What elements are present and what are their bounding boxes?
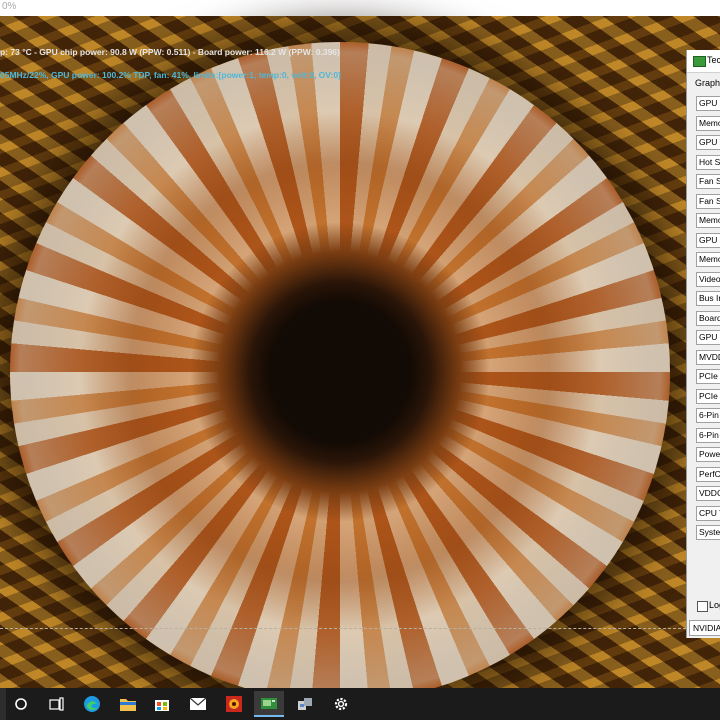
- sensor-row[interactable]: Syster: [696, 525, 720, 540]
- log-to-file-checkbox[interactable]: [697, 601, 708, 612]
- gpuz-title-text: Tec: [707, 55, 720, 65]
- progress-text: 0%: [2, 1, 17, 12]
- sensor-row[interactable]: GPU L: [696, 233, 720, 248]
- sensor-row[interactable]: Hot Sp: [696, 155, 720, 170]
- sensor-row[interactable]: Memo: [696, 252, 720, 267]
- iris-overlay: [10, 42, 670, 702]
- sensor-row[interactable]: PCIe S: [696, 369, 720, 384]
- sensor-row[interactable]: GPU C: [696, 330, 720, 345]
- dashed-divider: [0, 628, 686, 629]
- gpuz-app-icon: [693, 56, 706, 67]
- gpuz-icon[interactable]: [254, 691, 284, 717]
- sensor-row[interactable]: MVDD: [696, 350, 720, 365]
- mail-icon[interactable]: [183, 691, 213, 717]
- osd-status-line: 05MHz/22%, GPU power: 100.2% TDP, fan: 4…: [0, 70, 341, 80]
- store-icon[interactable]: [147, 691, 177, 717]
- top-progress-bar: 0%: [0, 0, 720, 17]
- sensor-row[interactable]: Fan Sp: [696, 174, 720, 189]
- osd-power-line: p: 73 °C - GPU chip power: 90.8 W (PPW: …: [0, 47, 340, 57]
- gpuz-titlebar[interactable]: Tec: [687, 50, 720, 73]
- sensor-row[interactable]: Bus Int: [696, 291, 720, 306]
- cortana-icon[interactable]: [6, 691, 36, 717]
- file-explorer-icon[interactable]: [113, 691, 143, 717]
- edge-icon[interactable]: [77, 691, 107, 717]
- taskbar: [0, 688, 720, 720]
- sensor-row[interactable]: PerfCa: [696, 467, 720, 482]
- sensor-row[interactable]: Board: [696, 311, 720, 326]
- sensor-row[interactable]: GPU T: [696, 135, 720, 150]
- log-to-file-label: Log: [709, 600, 720, 610]
- sensor-row[interactable]: 6-Pin #: [696, 428, 720, 443]
- sensor-row[interactable]: PCIe S: [696, 389, 720, 404]
- sensor-row[interactable]: Memo: [696, 116, 720, 131]
- sensor-row[interactable]: Power: [696, 447, 720, 462]
- network-app-icon[interactable]: [290, 691, 320, 717]
- sensor-row[interactable]: VDDC: [696, 486, 720, 501]
- sensor-row[interactable]: Fan Sp: [696, 194, 720, 209]
- sensor-row[interactable]: GPU C: [696, 96, 720, 111]
- task-view-icon[interactable]: [42, 691, 72, 717]
- sensor-row[interactable]: 6-Pin #: [696, 408, 720, 423]
- tab-graphics-card[interactable]: Graphic: [695, 78, 720, 88]
- gpuz-window[interactable]: Tec Graphic GPU C Memo GPU T Hot Sp Fan …: [686, 50, 720, 638]
- gpu-select-dropdown[interactable]: NVIDIA: [689, 620, 720, 636]
- game-app-icon[interactable]: [219, 691, 249, 717]
- sensor-row[interactable]: CPU T: [696, 506, 720, 521]
- sensor-row[interactable]: Memo: [696, 213, 720, 228]
- settings-icon[interactable]: [326, 691, 356, 717]
- sensor-row[interactable]: Video: [696, 272, 720, 287]
